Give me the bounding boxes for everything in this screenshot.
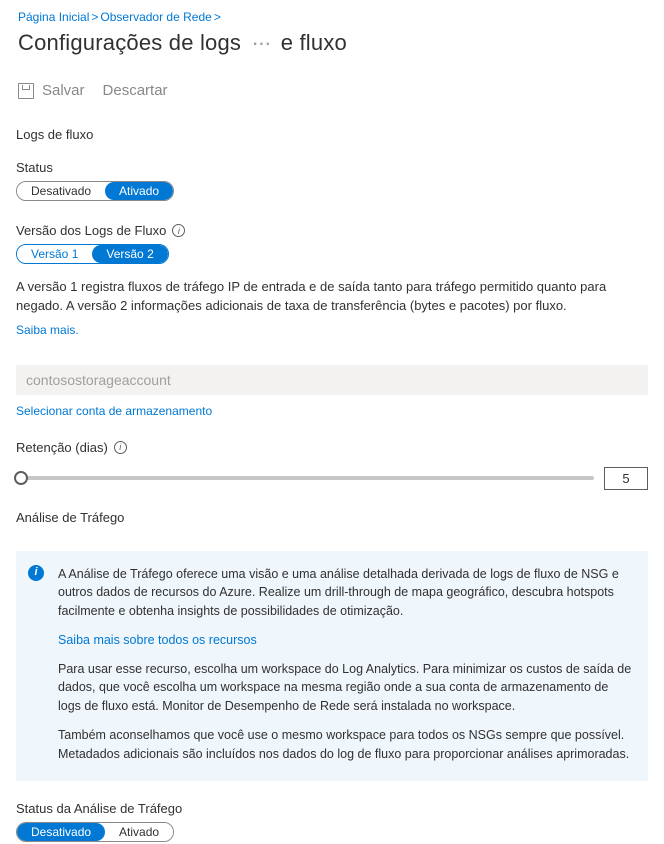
info-icon[interactable]: i bbox=[114, 441, 127, 454]
discard-label: Descartar bbox=[103, 82, 168, 99]
status-on[interactable]: Ativado bbox=[105, 182, 173, 200]
traffic-status-on[interactable]: Ativado bbox=[105, 823, 173, 841]
status-toggle[interactable]: Desativado Ativado bbox=[16, 181, 174, 201]
version-1[interactable]: Versão 1 bbox=[17, 245, 92, 263]
info-panel-icon: i bbox=[28, 565, 44, 581]
slider-thumb[interactable] bbox=[14, 471, 28, 485]
page-title: Configurações de logs ··· e fluxo bbox=[0, 24, 664, 56]
status-label: Status bbox=[16, 160, 648, 175]
status-off[interactable]: Desativado bbox=[17, 182, 105, 200]
retention-label: Retenção (dias) i bbox=[16, 440, 648, 455]
toolbar: Salvar Descartar bbox=[0, 56, 664, 107]
page-title-suffix: e fluxo bbox=[281, 30, 347, 55]
save-label: Salvar bbox=[42, 82, 85, 99]
save-button[interactable]: Salvar bbox=[18, 82, 85, 99]
traffic-info-panel: i A Análise de Tráfego oferece uma visão… bbox=[16, 551, 648, 782]
version-description: A versão 1 registra fluxos de tráfego IP… bbox=[0, 266, 664, 320]
discard-button[interactable]: Descartar bbox=[103, 82, 168, 99]
traffic-learn-more-link[interactable]: Saiba mais sobre todos os recursos bbox=[58, 633, 257, 647]
save-icon bbox=[18, 83, 34, 99]
learn-more-link[interactable]: Saiba mais. bbox=[16, 323, 79, 337]
traffic-info-p1: A Análise de Tráfego oferece uma visão e… bbox=[58, 565, 632, 621]
breadcrumb-network-watcher[interactable]: Observador de Rede bbox=[100, 10, 211, 24]
traffic-info-p3: Também aconselhamos que você use o mesmo… bbox=[58, 726, 632, 764]
ellipsis-icon: ··· bbox=[251, 30, 270, 55]
version-toggle[interactable]: Versão 1 Versão 2 bbox=[16, 244, 169, 264]
breadcrumb: Página Inicial>Observador de Rede> bbox=[0, 0, 664, 24]
version-label: Versão dos Logs de Fluxo i bbox=[16, 223, 648, 238]
select-storage-link[interactable]: Selecionar conta de armazenamento bbox=[16, 404, 212, 418]
storage-account-field[interactable]: contosostorageaccount bbox=[16, 365, 648, 395]
page-title-prefix: Configurações de logs bbox=[18, 30, 241, 55]
traffic-status-toggle[interactable]: Desativado Ativado bbox=[16, 822, 174, 842]
version-2[interactable]: Versão 2 bbox=[92, 245, 167, 263]
section-traffic-analysis: Análise de Tráfego bbox=[0, 496, 664, 529]
retention-value[interactable]: 5 bbox=[604, 467, 648, 490]
breadcrumb-home[interactable]: Página Inicial bbox=[18, 10, 89, 24]
traffic-status-off[interactable]: Desativado bbox=[17, 823, 105, 841]
section-flow-logs: Logs de fluxo bbox=[0, 107, 664, 146]
traffic-info-p2: Para usar esse recurso, escolha um works… bbox=[58, 660, 632, 716]
info-icon[interactable]: i bbox=[172, 224, 185, 237]
retention-slider[interactable] bbox=[16, 476, 594, 480]
traffic-status-label: Status da Análise de Tráfego bbox=[16, 801, 648, 816]
